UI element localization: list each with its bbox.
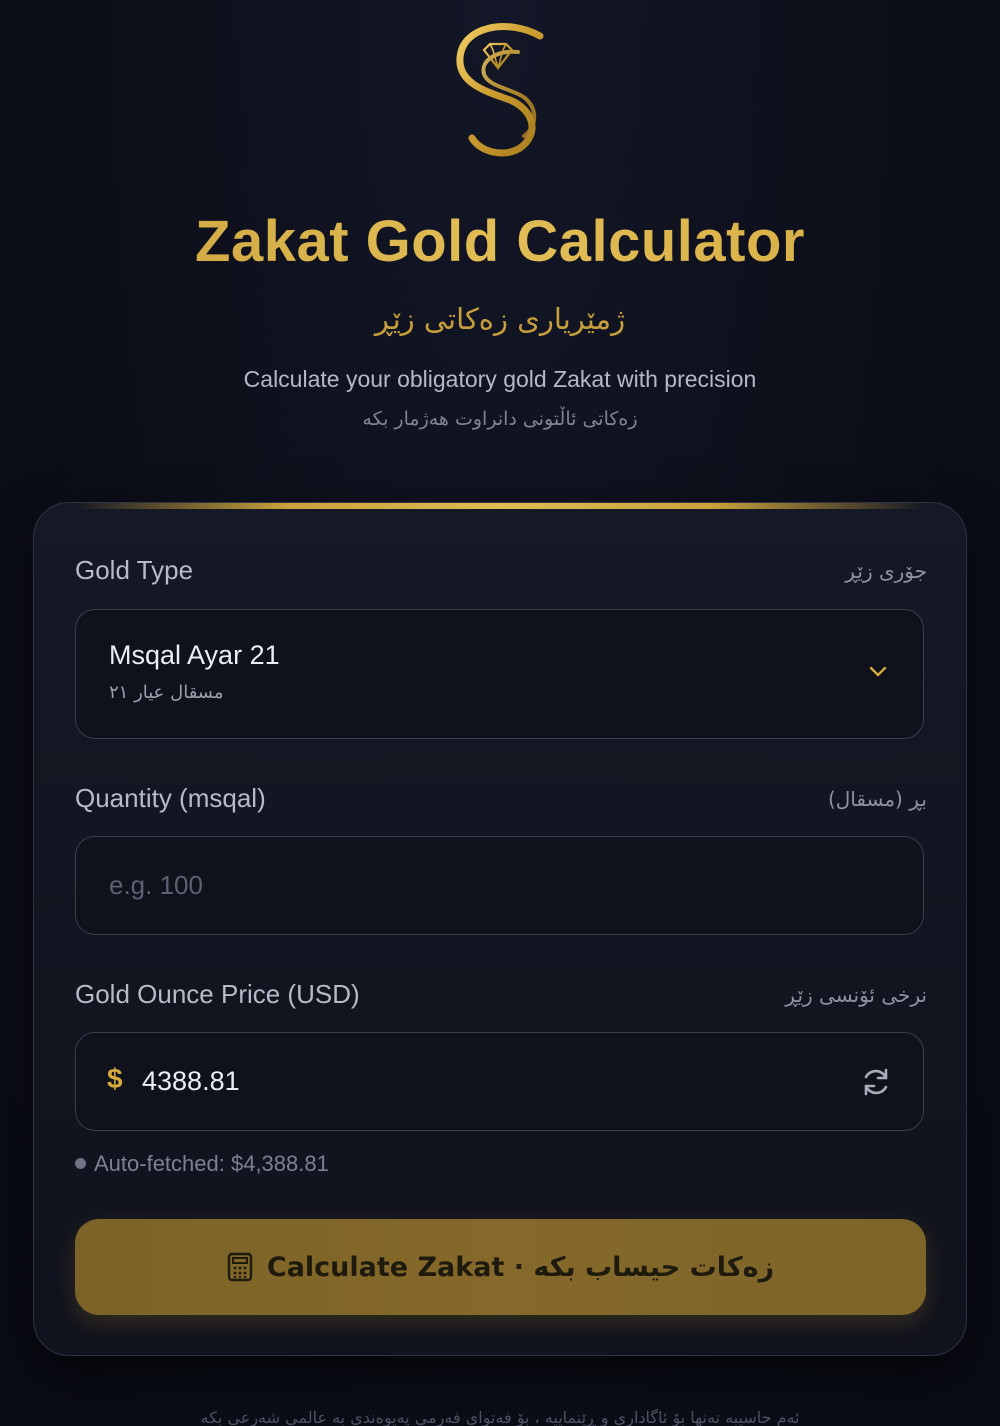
quantity-label: Quantity (msqal) — [75, 783, 266, 813]
page: Zakat Gold Calculator ژمێریاری زەکاتی زێ… — [0, 0, 1000, 1426]
calculator-icon — [227, 1252, 253, 1282]
ounce-price-field: $ — [75, 1032, 924, 1131]
ounce-price-input[interactable] — [142, 1033, 822, 1130]
quantity-label-kurdish: بڕ (مسقال) — [827, 787, 927, 811]
quantity-field — [75, 836, 924, 935]
card-accent-bar — [74, 503, 926, 509]
quantity-input[interactable] — [109, 837, 869, 934]
ounce-price-label-row: Gold Ounce Price (USD) نرخی ئۆنسی زێڕ — [75, 979, 927, 1013]
calculate-zakat-button[interactable]: Calculate Zakat · زەکات حیساب بکە — [75, 1219, 926, 1315]
calculate-zakat-label: Calculate Zakat · زەکات حیساب بکە — [266, 1251, 775, 1283]
footer-disclaimer: ئەم حاسیبە تەنها بۆ ئاگاداری و ڕێنماییە … — [200, 1408, 800, 1426]
logo-icon — [456, 23, 544, 157]
auto-fetch-text: Auto-fetched: $4,388.81 — [94, 1151, 329, 1176]
ounce-price-label-kurdish: نرخی ئۆنسی زێڕ — [785, 983, 927, 1007]
refresh-icon[interactable] — [859, 1065, 893, 1099]
page-tagline: Calculate your obligatory gold Zakat wit… — [243, 366, 757, 392]
gold-type-label-kurdish: جۆری زێڕ — [845, 559, 927, 583]
gold-type-select[interactable]: Msqal Ayar 21 مسقال عيار ٢١ — [75, 609, 924, 739]
chevron-down-icon — [869, 666, 887, 677]
gold-type-selected-value: Msqal Ayar 21 — [109, 640, 280, 670]
gold-type-label: Gold Type — [75, 555, 194, 585]
page-tagline-kurdish: زەکاتی ئاڵتونی دانراوت هەژمار بکە — [362, 408, 638, 430]
gold-type-label-row: Gold Type جۆری زێڕ — [75, 555, 927, 589]
auto-fetch-status: Auto-fetched: $4,388.81 — [75, 1151, 329, 1177]
ounce-price-label: Gold Ounce Price (USD) — [75, 979, 360, 1009]
page-title: Zakat Gold Calculator — [0, 204, 1000, 280]
currency-symbol: $ — [107, 1063, 123, 1094]
calculator-card: Gold Type جۆری زێڕ Msqal Ayar 21 مسقال ع… — [33, 502, 967, 1356]
quantity-label-row: Quantity (msqal) بڕ (مسقال) — [75, 783, 927, 817]
gold-type-selected-value-kurdish: مسقال عيار ٢١ — [109, 682, 224, 703]
status-dot-icon — [75, 1158, 86, 1169]
page-subtitle-kurdish: ژمێریاری زەکاتی زێڕ — [374, 302, 626, 336]
